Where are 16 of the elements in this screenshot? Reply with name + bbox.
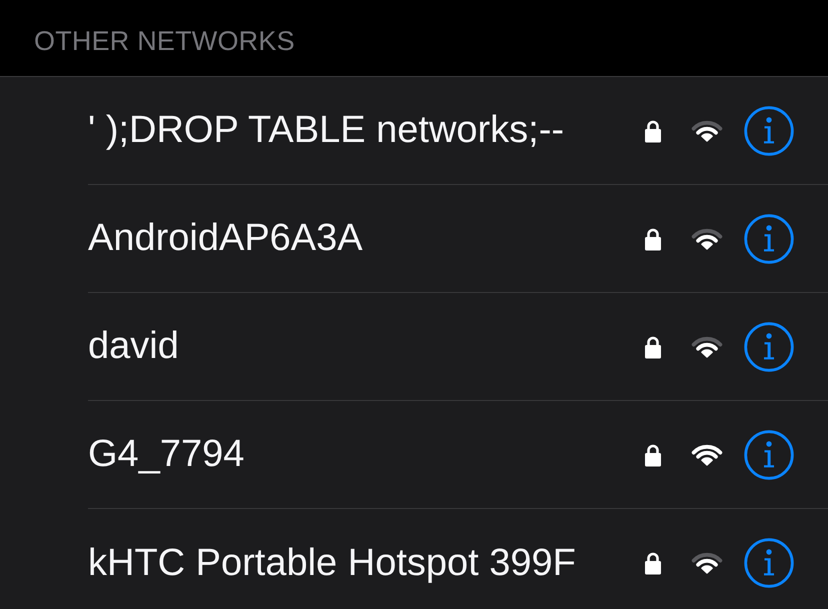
- network-name: kHTC Portable Hotspot 399F: [88, 542, 577, 584]
- network-name: david: [88, 325, 180, 368]
- network-name: G4_7794: [88, 433, 246, 476]
- network-row[interactable]: AndroidAP6A3A: [0, 185, 828, 293]
- network-name: ' );DROP TABLE networks;--: [88, 109, 566, 152]
- info-icon[interactable]: [744, 538, 794, 588]
- section-header: OTHER NETWORKS: [34, 26, 295, 56]
- info-icon[interactable]: [744, 430, 794, 480]
- network-row[interactable]: kHTC Portable Hotspot 399F: [0, 509, 828, 609]
- info-icon[interactable]: [744, 214, 794, 264]
- network-row[interactable]: G4_7794: [0, 401, 828, 509]
- info-icon[interactable]: [744, 322, 794, 372]
- network-name: AndroidAP6A3A: [88, 217, 364, 260]
- network-row[interactable]: david: [0, 293, 828, 401]
- network-row[interactable]: ' );DROP TABLE networks;--: [0, 77, 828, 185]
- info-icon[interactable]: [744, 106, 794, 156]
